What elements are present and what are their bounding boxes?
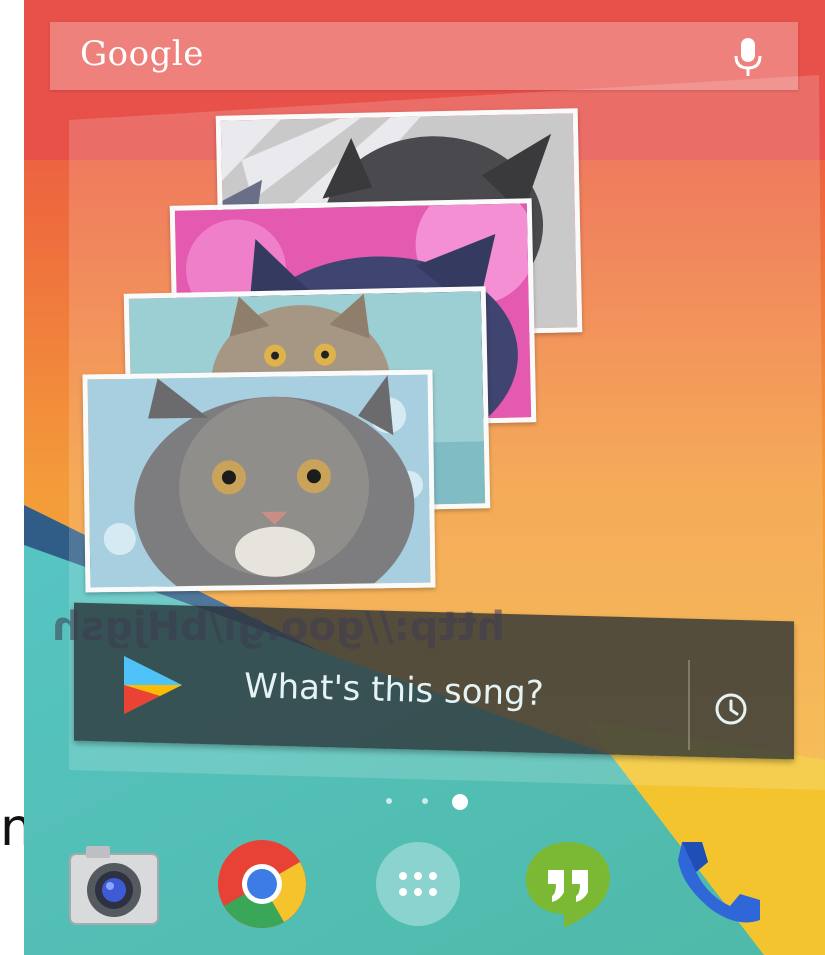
phone-icon[interactable] — [668, 838, 768, 930]
page-indicator — [382, 794, 482, 810]
watermark-text: http://goo.gl/bHjgsh — [52, 604, 506, 650]
kitten-photo-4[interactable] — [82, 369, 436, 593]
clock-icon[interactable] — [714, 692, 748, 726]
microphone-icon[interactable] — [732, 36, 764, 78]
hangouts-icon[interactable] — [518, 838, 618, 930]
stray-letter: n — [0, 798, 33, 858]
widget-divider — [688, 660, 690, 750]
camera-icon[interactable] — [64, 838, 164, 930]
song-search-prompt[interactable]: What's this song? — [244, 666, 545, 714]
app-drawer-icon[interactable] — [368, 838, 468, 930]
home-screen: Google http://goo.gl/bHjgsh What's this … — [24, 0, 825, 955]
chrome-icon[interactable] — [212, 838, 312, 930]
google-logo: Google — [80, 34, 204, 74]
google-search-bar[interactable]: Google — [50, 22, 798, 90]
page-dot-1 — [386, 798, 392, 804]
page-dot-3-active — [452, 794, 468, 810]
play-store-icon[interactable] — [120, 654, 186, 716]
page-dot-2 — [422, 798, 428, 804]
